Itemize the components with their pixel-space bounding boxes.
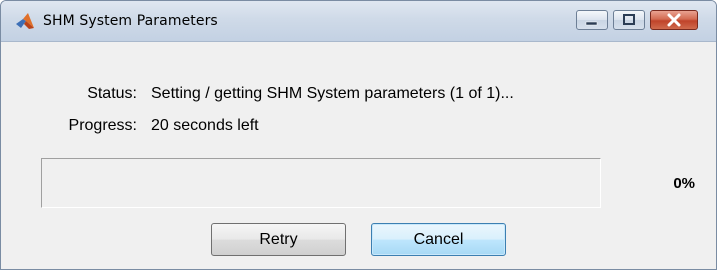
maximize-button[interactable] (613, 10, 645, 30)
matlab-icon (15, 11, 35, 31)
close-button[interactable] (650, 10, 698, 30)
status-text: Setting / getting SHM System parameters … (151, 85, 514, 102)
minimize-icon (585, 21, 598, 26)
cancel-button[interactable]: Cancel (371, 223, 506, 256)
status-label: Status: (87, 85, 137, 102)
retry-button[interactable]: Retry (211, 223, 346, 256)
close-icon (667, 13, 681, 27)
progress-label: Progress: (68, 117, 137, 134)
minimize-button[interactable] (576, 10, 608, 30)
window-title: SHM System Parameters (43, 13, 218, 29)
title-bar[interactable]: SHM System Parameters (1, 1, 716, 42)
dialog-window: SHM System Parameters Status: Setting / … (0, 0, 717, 270)
progress-text: 20 seconds left (151, 117, 259, 134)
progress-percent: 0% (673, 175, 695, 192)
progress-bar (41, 158, 601, 208)
dialog-content: Status: Setting / getting SHM System par… (1, 42, 716, 269)
maximize-icon (623, 14, 635, 25)
